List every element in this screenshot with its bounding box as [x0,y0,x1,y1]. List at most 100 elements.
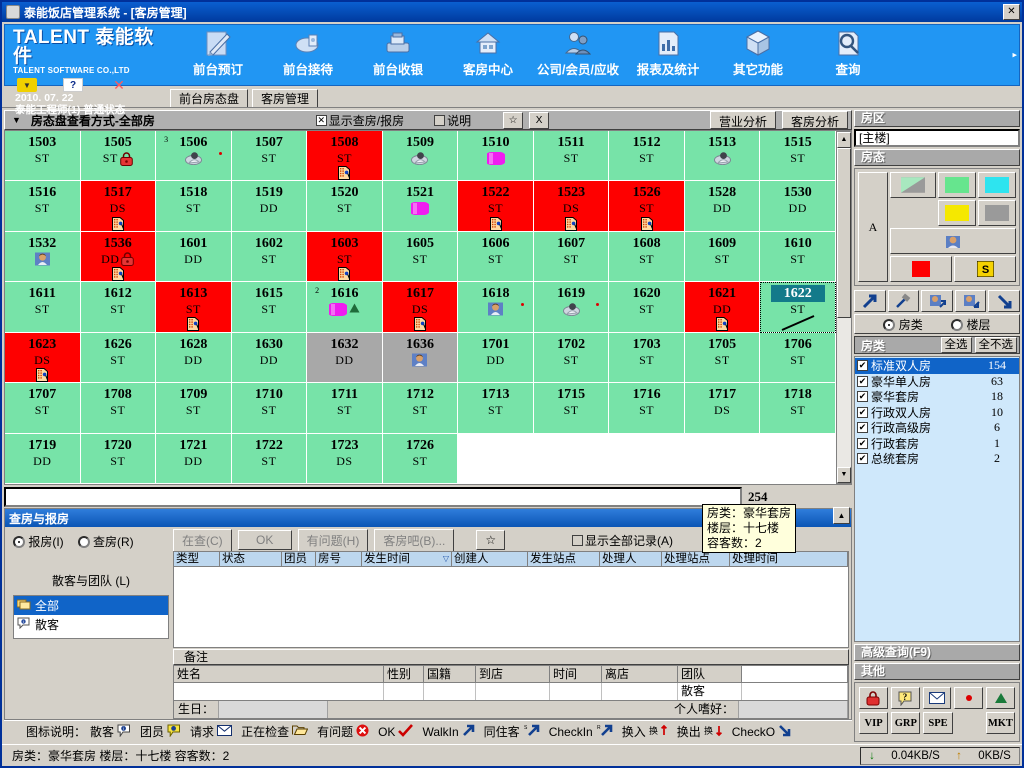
room-cell[interactable]: 1603ST [307,232,383,282]
room-cell[interactable]: 1521 [383,181,459,231]
records-column-header[interactable]: 处理站点 [662,552,730,566]
show-all-records-checkbox[interactable]: 显示全部记录(A) [572,532,673,549]
room-cell[interactable]: 1526ST [609,181,685,231]
room-cell[interactable]: 1522ST [458,181,534,231]
guest-cell[interactable] [602,683,678,700]
scroll-track[interactable] [837,318,851,467]
room-cell[interactable]: 1606ST [458,232,534,282]
room-cell[interactable]: 1510 [458,131,534,181]
business-analysis-button[interactable]: 营业分析 [710,111,776,129]
room-cell[interactable]: 1709ST [156,383,232,433]
lock-icon[interactable] [859,687,888,709]
records-column-header[interactable]: 创建人 [452,552,528,566]
room-cell[interactable]: 1607ST [534,232,610,282]
room-cell[interactable]: 1636 [383,333,459,383]
ok-button[interactable]: OK [238,530,292,550]
toolbar-overflow-icon[interactable]: ▸ [1012,50,1017,61]
room-cell[interactable]: 1708ST [81,383,157,433]
room-cell[interactable]: 1721DD [156,434,232,484]
scroll-thumb[interactable] [837,148,851,318]
room-cell[interactable]: 1608ST [609,232,685,282]
room-cell[interactable]: 1530DD [760,181,836,231]
guest-column-header[interactable]: 性别 [384,666,424,683]
room-cell[interactable]: 1613ST [156,282,232,332]
grp-button[interactable]: GRP [891,712,920,734]
state-swatch-occupied[interactable] [890,228,1016,254]
checkbox-icon[interactable]: ✔ [857,438,868,449]
problem-button[interactable]: 有问题(H) [298,529,369,552]
favorite-star-button[interactable]: ☆ [503,112,523,129]
room-cell[interactable]: 1621DD [685,282,761,332]
close-icon[interactable]: ✕ [109,78,129,92]
table-row[interactable]: 散客 [174,683,848,700]
checkbox-icon[interactable]: ✔ [857,407,868,418]
red-dot-icon[interactable] [954,687,983,709]
room-cell[interactable]: 1536DD [81,232,157,282]
room-cell[interactable]: 1515ST [760,131,836,181]
mkt-button[interactable]: MKT [986,712,1015,734]
room-cell[interactable]: 1701DD [458,333,534,383]
room-cell[interactable]: 1620ST [609,282,685,332]
room-cell[interactable]: 1511ST [534,131,610,181]
room-cell[interactable]: 1720ST [81,434,157,484]
room-cell[interactable]: 1611ST [5,282,81,332]
room-cell[interactable]: 1619 [534,282,610,332]
toolbar-button-reservation[interactable]: 前台预订 [173,25,263,85]
guest-column-header[interactable]: 国籍 [424,666,476,683]
state-swatch-s[interactable]: S [954,256,1016,282]
window-close-button[interactable]: ✕ [1003,4,1020,20]
select-all-button[interactable]: 全选 [941,337,972,353]
room-cell[interactable]: 1602ST [232,232,308,282]
room-cell[interactable]: 1516ST [5,181,81,231]
scroll-up-button[interactable]: ▲ [837,132,851,148]
guest-column-header[interactable]: 到店 [476,666,550,683]
room-cell[interactable]: 1717DS [685,383,761,433]
arrow-up-right-icon[interactable] [854,290,886,312]
hobby-field[interactable] [738,701,848,718]
room-cell[interactable]: 1622ST [760,282,836,332]
toolbar-button-other[interactable]: 其它功能 [713,25,803,85]
scroll-down-button[interactable]: ▼ [837,467,851,483]
records-column-header[interactable]: 团员 [282,552,316,566]
guest-column-header[interactable]: 姓名 [174,666,384,683]
room-cell[interactable]: 1615ST [232,282,308,332]
state-swatch-cyan[interactable] [978,172,1016,198]
records-table-body[interactable] [173,567,849,648]
room-cell[interactable]: 1517DS [81,181,157,231]
vip-button[interactable]: VIP [859,712,888,734]
room-cell[interactable]: 1512ST [609,131,685,181]
room-cell[interactable]: 1632DD [307,333,383,383]
records-column-header[interactable]: 处理时间 [730,552,848,566]
state-swatch-green[interactable] [938,172,976,198]
help-icon[interactable]: ? [63,78,83,92]
room-cell[interactable]: 1605ST [383,232,459,282]
birthday-field[interactable] [218,701,328,718]
records-column-header[interactable]: 房号 [316,552,362,566]
toolbar-button-reports[interactable]: 报表及统计 [623,25,713,85]
check-in-person-icon[interactable] [921,290,953,312]
records-column-header[interactable]: 类型 [174,552,220,566]
room-cell[interactable]: 1716ST [609,383,685,433]
radio-report[interactable]: 报房(I) [13,533,64,550]
room-cell[interactable]: 1713ST [458,383,534,433]
tree-item-individual[interactable]: i 散客 [14,615,168,634]
room-cell[interactable]: 1609ST [685,232,761,282]
guest-column-header[interactable]: 时间 [550,666,602,683]
mail-icon[interactable] [923,687,952,709]
room-analysis-button[interactable]: 客房分析 [782,111,848,129]
room-cell[interactable]: 1705ST [685,333,761,383]
advanced-query-header[interactable]: 高级查询(F9) [854,644,1020,661]
room-cell[interactable]: 1618 [458,282,534,332]
room-cell[interactable]: 1513 [685,131,761,181]
guest-cell[interactable] [550,683,602,700]
arrow-down-right-icon[interactable] [988,290,1020,312]
state-swatch-yellow[interactable] [938,200,976,226]
checkbox-icon[interactable]: ✔ [857,376,868,387]
room-cell[interactable]: 1508ST [307,131,383,181]
room-type-item[interactable]: ✔标准双人房154 [855,358,1019,374]
room-cell[interactable]: 1505ST [81,131,157,181]
room-cell[interactable]: 1722ST [232,434,308,484]
records-column-header[interactable]: 发生站点 [528,552,600,566]
room-cell[interactable]: 21616 [307,282,383,332]
room-cell[interactable]: 1519DD [232,181,308,231]
